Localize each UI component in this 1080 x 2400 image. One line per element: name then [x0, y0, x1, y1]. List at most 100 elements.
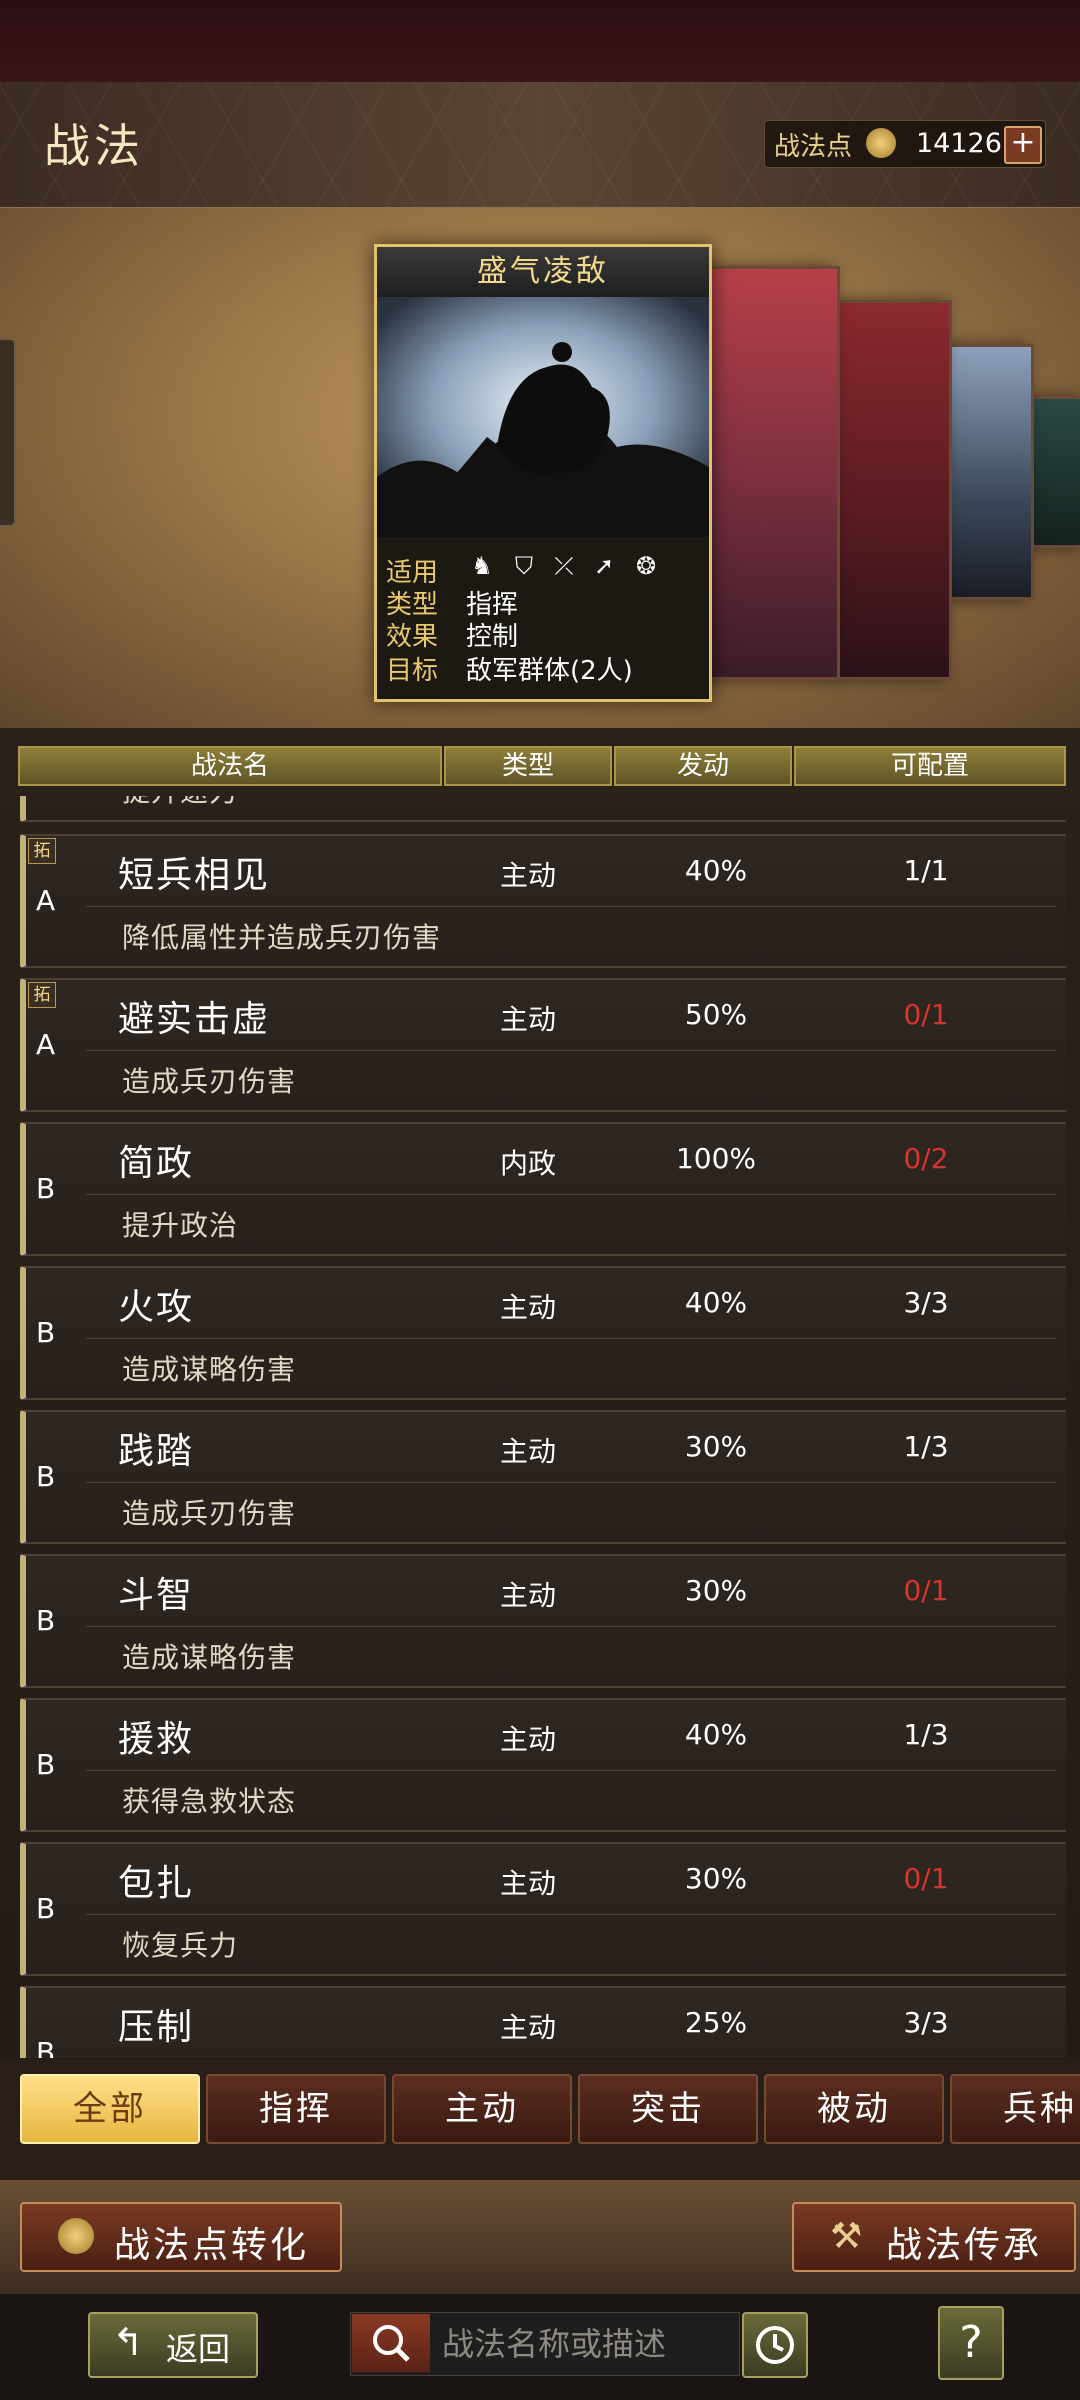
clock-icon	[756, 2326, 794, 2364]
convert-points-button[interactable]: 战法点转化	[20, 2202, 342, 2272]
tactic-desc: 恢复兵力	[122, 1929, 239, 1962]
list-item[interactable]: B 简政 内政 100% 0/2 提升政治	[20, 1122, 1066, 1256]
tactic-type: 主动	[500, 1435, 557, 1468]
row-divider	[86, 1050, 1056, 1051]
carousel-card[interactable]	[834, 300, 952, 680]
carousel-card[interactable]	[1028, 396, 1080, 548]
tactic-trigger-rate: 40%	[684, 1286, 748, 1319]
tab-assault[interactable]: 突击	[578, 2074, 758, 2144]
tab-active[interactable]: 主动	[392, 2074, 572, 2144]
row-divider	[86, 1770, 1056, 1771]
side-drawer-handle[interactable]	[0, 338, 16, 527]
add-points-button[interactable]: +	[1004, 126, 1042, 164]
back-label: 返回	[166, 2330, 231, 2368]
tactic-name: 简政	[118, 1143, 195, 1184]
tactic-config-count: 1/3	[903, 1718, 949, 1751]
inherit-tactic-button[interactable]: ⚒ 战法传承	[792, 2202, 1076, 2272]
card-artwork	[377, 297, 709, 537]
carousel-card[interactable]	[706, 266, 840, 680]
column-header-config[interactable]: 可配置	[794, 746, 1066, 786]
convert-points-label: 战法点转化	[114, 2225, 310, 2266]
tactic-name: 援救	[118, 1719, 195, 1760]
expansion-tag: 拓	[28, 838, 56, 864]
list-item[interactable]: B 斗智 主动 30% 0/1 造成谋略伤害	[20, 1554, 1066, 1688]
tactic-trigger-rate: 30%	[684, 1574, 748, 1607]
tactic-config-count: 0/1	[903, 1862, 949, 1895]
back-arrow-icon: ↰	[112, 2320, 144, 2364]
tactic-name: 避实击虚	[118, 999, 271, 1040]
row-divider	[86, 1626, 1056, 1627]
tactic-points-value: 14126	[916, 128, 1002, 159]
history-button[interactable]	[742, 2312, 808, 2378]
tactic-trigger-rate: 100%	[675, 1142, 757, 1175]
help-button[interactable]: ?	[938, 2306, 1004, 2380]
column-header-type[interactable]: 类型	[444, 746, 612, 786]
tactic-grade: B	[36, 1460, 56, 1493]
spear-icon: ➚	[593, 552, 615, 580]
tactic-name: 包扎	[118, 1863, 195, 1904]
card-label-target: 目标	[386, 656, 439, 686]
column-header-name[interactable]: 战法名	[18, 746, 442, 786]
tactic-trigger-rate: 30%	[684, 1430, 748, 1463]
tactic-trigger-rate: 30%	[684, 1862, 748, 1895]
list-item[interactable]: 拓 A 短兵相见 主动 40% 1/1 降低属性并造成兵刃伤害	[20, 834, 1066, 968]
search-button[interactable]	[352, 2314, 430, 2372]
tactic-grade: A	[36, 884, 56, 917]
column-header-trigger[interactable]: 发动	[614, 746, 792, 786]
cavalry-icon: ♞	[471, 552, 493, 580]
list-item[interactable]: B 包扎 主动 30% 0/1 恢复兵力	[20, 1842, 1066, 1976]
tab-all[interactable]: 全部	[20, 2074, 200, 2144]
tactic-trigger-rate: 40%	[684, 854, 748, 887]
back-button[interactable]: ↰ 返回	[88, 2312, 258, 2378]
tactic-desc: 造成谋略伤害	[122, 1353, 297, 1386]
tactic-config-count: 0/1	[903, 1574, 949, 1607]
tactic-desc: 提升政治	[122, 1209, 239, 1242]
tactic-type: 主动	[500, 859, 557, 892]
tactic-type: 主动	[500, 2011, 557, 2044]
list-item[interactable]: B 压制 主动 25% 3/3	[20, 1986, 1066, 2058]
tab-troop-type[interactable]: 兵种	[950, 2074, 1080, 2144]
tactic-name: 斗智	[118, 1575, 195, 1616]
tactic-desc: 造成兵刃伤害	[122, 1065, 297, 1098]
row-divider	[86, 906, 1056, 907]
tactic-name: 压制	[118, 2007, 195, 2048]
list-item[interactable]: B 践踏 主动 30% 1/3 造成兵刃伤害	[20, 1410, 1066, 1544]
list-item[interactable]: 提升速力	[20, 796, 1066, 822]
carousel-card[interactable]	[946, 344, 1034, 600]
tactic-name: 践踏	[118, 1431, 195, 1472]
tactic-grade: B	[36, 2036, 56, 2058]
expansion-tag: 拓	[28, 982, 56, 1008]
list-item[interactable]: 拓 A 避实击虚 主动 50% 0/1 造成兵刃伤害	[20, 978, 1066, 1112]
tactic-type: 主动	[500, 1867, 557, 1900]
tactic-points-label: 战法点	[774, 132, 853, 162]
list-item[interactable]: B 援救 主动 40% 1/3 获得急救状态	[20, 1698, 1066, 1832]
tactic-desc: 造成谋略伤害	[122, 1641, 297, 1674]
card-value-target: 敌军群体(2人)	[466, 656, 633, 686]
tab-passive[interactable]: 被动	[764, 2074, 944, 2144]
row-divider	[86, 1338, 1056, 1339]
tactic-type: 主动	[500, 1291, 557, 1324]
list-item[interactable]: B 火攻 主动 40% 3/3 造成谋略伤害	[20, 1266, 1066, 1400]
tactic-desc: 获得急救状态	[122, 1785, 297, 1818]
tactic-grade: B	[36, 1748, 56, 1781]
tactic-name: 火攻	[118, 1287, 195, 1328]
tab-command[interactable]: 指挥	[206, 2074, 386, 2144]
tactic-config-count: 1/3	[903, 1430, 949, 1463]
siege-icon: ❂	[635, 552, 657, 580]
tactic-grade: A	[36, 1028, 56, 1061]
search-input[interactable]	[440, 2314, 734, 2374]
tactic-trigger-rate: 50%	[684, 998, 748, 1031]
tactic-grade: B	[36, 1892, 56, 1925]
tactic-config-count: 1/1	[903, 854, 949, 887]
status-strip	[0, 0, 1080, 82]
tactic-config-count: 3/3	[903, 2006, 949, 2039]
row-divider	[86, 1914, 1056, 1915]
tactics-list[interactable]: 提升速力 拓A短兵相见主动40%1/1降低属性并造成兵刃伤害拓A避实击虚主动50…	[20, 796, 1066, 2058]
tactic-grade: B	[36, 1172, 56, 1205]
tactic-desc: 造成兵刃伤害	[122, 1497, 297, 1530]
tactic-type: 主动	[500, 1723, 557, 1756]
shield-icon: ⛉	[515, 552, 533, 580]
tactic-config-count: 0/2	[903, 1142, 949, 1175]
tab-clip: 兵种	[950, 2074, 1080, 2144]
tactic-grade: B	[36, 1316, 56, 1349]
